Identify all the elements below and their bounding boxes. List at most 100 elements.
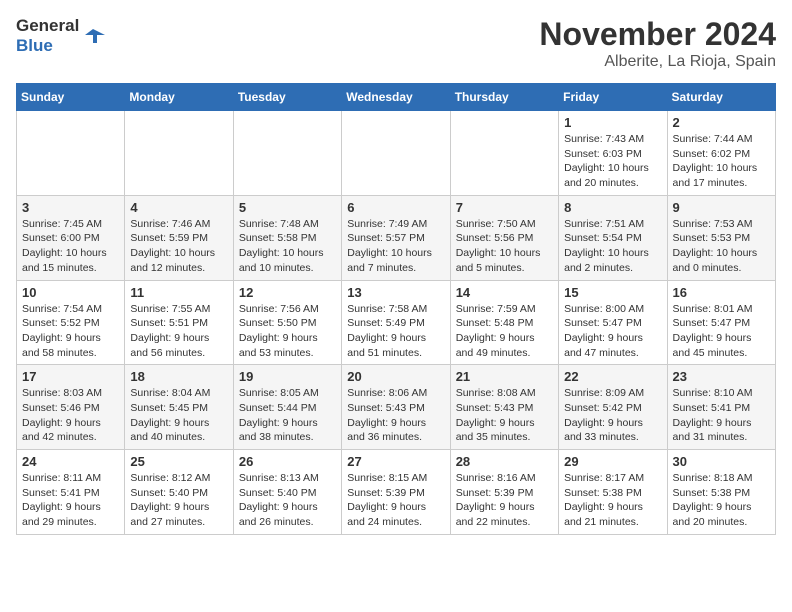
day-info: Sunrise: 8:03 AMSunset: 5:46 PMDaylight:… [22,386,119,445]
calendar-cell [342,111,450,196]
day-info: Sunrise: 8:04 AMSunset: 5:45 PMDaylight:… [130,386,227,445]
day-number: 17 [22,369,119,384]
day-info: Sunrise: 8:09 AMSunset: 5:42 PMDaylight:… [564,386,661,445]
calendar-cell: 22 Sunrise: 8:09 AMSunset: 5:42 PMDayligh… [559,365,667,450]
day-header-thursday: Thursday [450,84,558,111]
calendar-cell: 28Sunrise: 8:16 AMSunset: 5:39 PMDayligh… [450,450,558,535]
calendar-cell [233,111,341,196]
calendar-cell: 27 Sunrise: 8:15 AMSunset: 5:39 PMDayligh… [342,450,450,535]
day-number: 20 [347,369,444,384]
day-info: Sunrise: 7:53 AMSunset: 5:53 PMDaylight:… [673,217,770,276]
day-info: Sunrise: 8:11 AMSunset: 5:41 PMDaylight:… [22,471,119,530]
day-info: Sunrise: 8:06 AMSunset: 5:43 PMDaylight:… [347,386,444,445]
day-number: 19 [239,369,336,384]
month-title: November 2024 [539,16,776,53]
calendar-cell: 21 Sunrise: 8:08 AMSunset: 5:43 PMDayligh… [450,365,558,450]
day-header-tuesday: Tuesday [233,84,341,111]
day-info: Sunrise: 8:17 AMSunset: 5:38 PMDaylight:… [564,471,661,530]
day-header-saturday: Saturday [667,84,775,111]
day-info: Sunrise: 7:59 AMSunset: 5:48 PMDaylight:… [456,302,553,361]
day-info: Sunrise: 8:18 AMSunset: 5:38 PMDaylight:… [673,471,770,530]
day-number: 15 [564,285,661,300]
day-info: Sunrise: 8:15 AMSunset: 5:39 PMDaylight:… [347,471,444,530]
calendar-cell: 5Sunrise: 7:48 AMSunset: 5:58 PMDaylight… [233,195,341,280]
calendar-cell: 26Sunrise: 8:13 AMSunset: 5:40 PMDayligh… [233,450,341,535]
calendar-cell: 29 Sunrise: 8:17 AMSunset: 5:38 PMDayligh… [559,450,667,535]
page-header: General Blue November 2024 Alberite, La … [16,16,776,71]
day-number: 10 [22,285,119,300]
day-info: Sunrise: 7:45 AMSunset: 6:00 PMDaylight:… [22,217,119,276]
day-info: Sunrise: 8:16 AMSunset: 5:39 PMDaylight:… [456,471,553,530]
location-subtitle: Alberite, La Rioja, Spain [539,53,776,71]
logo-general: General [16,16,79,36]
day-info: Sunrise: 8:01 AMSunset: 5:47 PMDaylight:… [673,302,770,361]
day-number: 18 [130,369,227,384]
day-info: Sunrise: 8:10 AMSunset: 5:41 PMDaylight:… [673,386,770,445]
logo-blue: Blue [16,36,79,56]
day-info: Sunrise: 8:13 AMSunset: 5:40 PMDaylight:… [239,471,336,530]
day-number: 25 [130,454,227,469]
day-info: Sunrise: 7:43 AMSunset: 6:03 PMDaylight:… [564,132,661,191]
day-number: 27 [347,454,444,469]
logo: General Blue [16,16,105,57]
day-number: 9 [673,200,770,215]
logo-bird-icon [83,25,105,47]
day-info: Sunrise: 7:51 AMSunset: 5:54 PMDaylight:… [564,217,661,276]
calendar-cell: 19 Sunrise: 8:05 AMSunset: 5:44 PMDayligh… [233,365,341,450]
day-number: 16 [673,285,770,300]
day-number: 30 [673,454,770,469]
day-number: 29 [564,454,661,469]
day-info: Sunrise: 7:49 AMSunset: 5:57 PMDaylight:… [347,217,444,276]
calendar-cell: 9 Sunrise: 7:53 AMSunset: 5:53 PMDaylight… [667,195,775,280]
calendar-cell: 20 Sunrise: 8:06 AMSunset: 5:43 PMDayligh… [342,365,450,450]
day-header-sunday: Sunday [17,84,125,111]
day-number: 13 [347,285,444,300]
calendar-cell: 13 Sunrise: 7:58 AMSunset: 5:49 PMDayligh… [342,280,450,365]
day-info: Sunrise: 7:58 AMSunset: 5:49 PMDaylight:… [347,302,444,361]
calendar-cell: 4Sunrise: 7:46 AMSunset: 5:59 PMDaylight… [125,195,233,280]
day-number: 1 [564,115,661,130]
calendar-cell: 23Sunrise: 8:10 AMSunset: 5:41 PMDayligh… [667,365,775,450]
calendar-cell: 7 Sunrise: 7:50 AMSunset: 5:56 PMDaylight… [450,195,558,280]
calendar-cell: 25 Sunrise: 8:12 AMSunset: 5:40 PMDayligh… [125,450,233,535]
day-info: Sunrise: 8:05 AMSunset: 5:44 PMDaylight:… [239,386,336,445]
calendar-cell: 10 Sunrise: 7:54 AMSunset: 5:52 PMDayligh… [17,280,125,365]
day-header-wednesday: Wednesday [342,84,450,111]
day-info: Sunrise: 7:55 AMSunset: 5:51 PMDaylight:… [130,302,227,361]
day-number: 8 [564,200,661,215]
day-info: Sunrise: 7:50 AMSunset: 5:56 PMDaylight:… [456,217,553,276]
day-info: Sunrise: 8:08 AMSunset: 5:43 PMDaylight:… [456,386,553,445]
day-number: 22 [564,369,661,384]
day-info: Sunrise: 7:54 AMSunset: 5:52 PMDaylight:… [22,302,119,361]
day-number: 3 [22,200,119,215]
calendar-cell: 18 Sunrise: 8:04 AMSunset: 5:45 PMDayligh… [125,365,233,450]
day-number: 21 [456,369,553,384]
calendar-cell [450,111,558,196]
day-info: Sunrise: 7:44 AMSunset: 6:02 PMDaylight:… [673,132,770,191]
day-info: Sunrise: 7:46 AMSunset: 5:59 PMDaylight:… [130,217,227,276]
calendar-cell: 30 Sunrise: 8:18 AMSunset: 5:38 PMDayligh… [667,450,775,535]
day-number: 24 [22,454,119,469]
day-number: 6 [347,200,444,215]
day-info: Sunrise: 8:12 AMSunset: 5:40 PMDaylight:… [130,471,227,530]
title-block: November 2024 Alberite, La Rioja, Spain [539,16,776,71]
day-info: Sunrise: 7:56 AMSunset: 5:50 PMDaylight:… [239,302,336,361]
calendar-cell: 24 Sunrise: 8:11 AMSunset: 5:41 PMDayligh… [17,450,125,535]
day-header-friday: Friday [559,84,667,111]
calendar-cell: 2 Sunrise: 7:44 AMSunset: 6:02 PMDaylight… [667,111,775,196]
calendar-cell: 15 Sunrise: 8:00 AMSunset: 5:47 PMDayligh… [559,280,667,365]
calendar-cell: 11 Sunrise: 7:55 AMSunset: 5:51 PMDayligh… [125,280,233,365]
day-header-monday: Monday [125,84,233,111]
calendar-cell [125,111,233,196]
calendar-cell: 12 Sunrise: 7:56 AMSunset: 5:50 PMDayligh… [233,280,341,365]
calendar-cell [17,111,125,196]
day-number: 14 [456,285,553,300]
calendar-cell: 6 Sunrise: 7:49 AMSunset: 5:57 PMDaylight… [342,195,450,280]
day-number: 5 [239,200,336,215]
day-number: 2 [673,115,770,130]
day-number: 7 [456,200,553,215]
day-info: Sunrise: 8:00 AMSunset: 5:47 PMDaylight:… [564,302,661,361]
day-number: 11 [130,285,227,300]
calendar-cell: 3 Sunrise: 7:45 AMSunset: 6:00 PMDaylight… [17,195,125,280]
day-number: 12 [239,285,336,300]
